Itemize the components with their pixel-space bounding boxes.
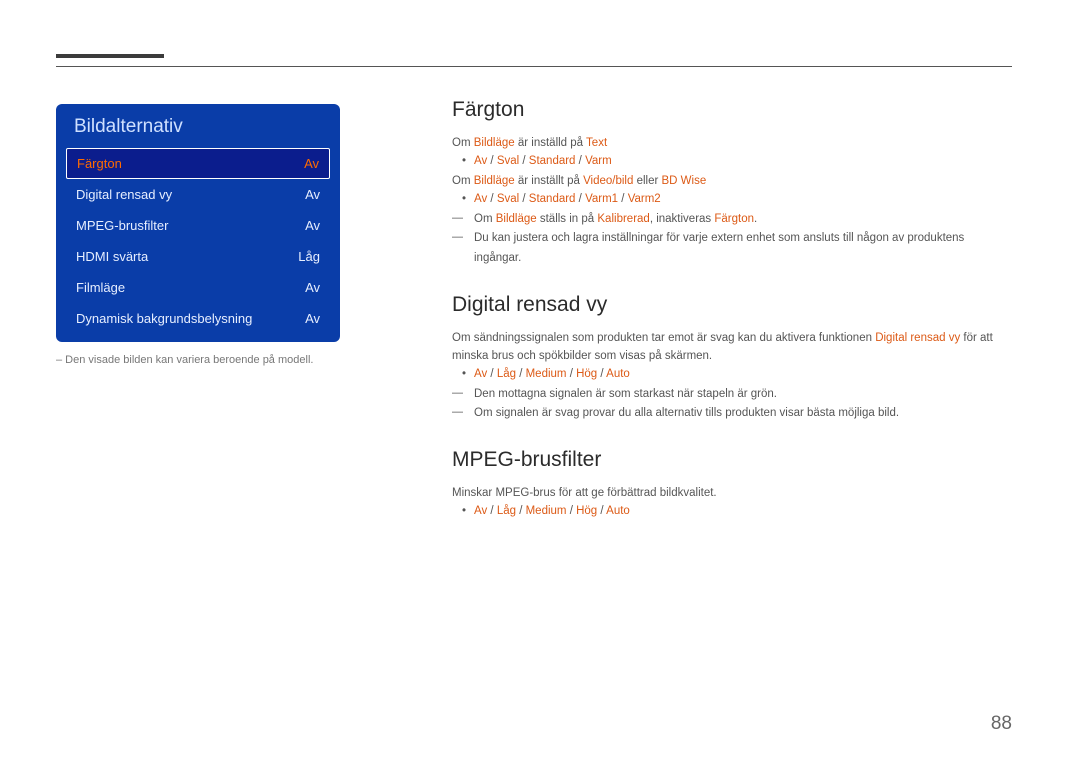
section-mpeg-brusfilter: MPEG-brusfilter Minskar MPEG-brus för at… [452,448,1012,522]
menu-item-value: Låg [298,249,320,264]
fargton-note-1: Om Bildläge ställs in på Kalibrerad, ina… [452,210,1012,230]
fargton-options-2: Av / Sval / Standard / Varm1 / Varm2 [452,190,1012,210]
menu-item-value: Av [305,280,320,295]
menu-note: – Den visade bilden kan variera beroende… [56,354,340,366]
menu-panel: Bildalternativ Färgton Av Digital rensad… [56,104,340,342]
menu-item-mpeg-brusfilter[interactable]: MPEG-brusfilter Av [66,210,330,241]
menu-item-label: Dynamisk bakgrundsbelysning [76,311,252,326]
menu-item-label: Färgton [77,156,122,171]
right-column: Färgton Om Bildläge är inställd på Text … [452,98,1012,546]
fargton-options-1: Av / Sval / Standard / Varm [452,152,1012,172]
digital-options: Av / Låg / Medium / Hög / Auto [452,365,1012,385]
section-digital-rensad-vy: Digital rensad vy Om sändningssignalen s… [452,293,1012,424]
menu-item-dynamisk-bakgrundsbelysning[interactable]: Dynamisk bakgrundsbelysning Av [66,303,330,334]
digital-p1: Om sändningssignalen som produkten tar e… [452,329,1012,366]
mpeg-options: Av / Låg / Medium / Hög / Auto [452,502,1012,522]
menu-item-filmlage[interactable]: Filmläge Av [66,272,330,303]
menu-item-digital-rensad-vy[interactable]: Digital rensad vy Av [66,179,330,210]
digital-note-1: Den mottagna signalen är som starkast nä… [452,385,1012,405]
left-column: Bildalternativ Färgton Av Digital rensad… [56,104,340,366]
fargton-note-2: Du kan justera och lagra inställningar f… [452,229,1012,268]
menu-item-value: Av [305,187,320,202]
digital-note-2: Om signalen är svag provar du alla alter… [452,404,1012,424]
menu-item-label: HDMI svärta [76,249,148,264]
header-rule [56,66,1012,67]
header-accent-bar [56,54,164,58]
heading-mpeg: MPEG-brusfilter [452,448,1012,472]
menu-item-label: Digital rensad vy [76,187,172,202]
menu-item-label: Filmläge [76,280,125,295]
section-fargton: Färgton Om Bildläge är inställd på Text … [452,98,1012,269]
menu-item-value: Av [305,311,320,326]
heading-digital: Digital rensad vy [452,293,1012,317]
menu-item-hdmi-svarta[interactable]: HDMI svärta Låg [66,241,330,272]
page-number: 88 [991,713,1012,735]
menu-title: Bildalternativ [66,116,330,148]
fargton-line2: Om Bildläge är inställt på Video/bild el… [452,172,1012,190]
menu-item-value: Av [304,156,319,171]
menu-item-fargton[interactable]: Färgton Av [66,148,330,179]
fargton-line1: Om Bildläge är inställd på Text [452,134,1012,152]
heading-fargton: Färgton [452,98,1012,122]
menu-item-value: Av [305,218,320,233]
mpeg-p1: Minskar MPEG-brus för att ge förbättrad … [452,484,1012,502]
menu-item-label: MPEG-brusfilter [76,218,168,233]
